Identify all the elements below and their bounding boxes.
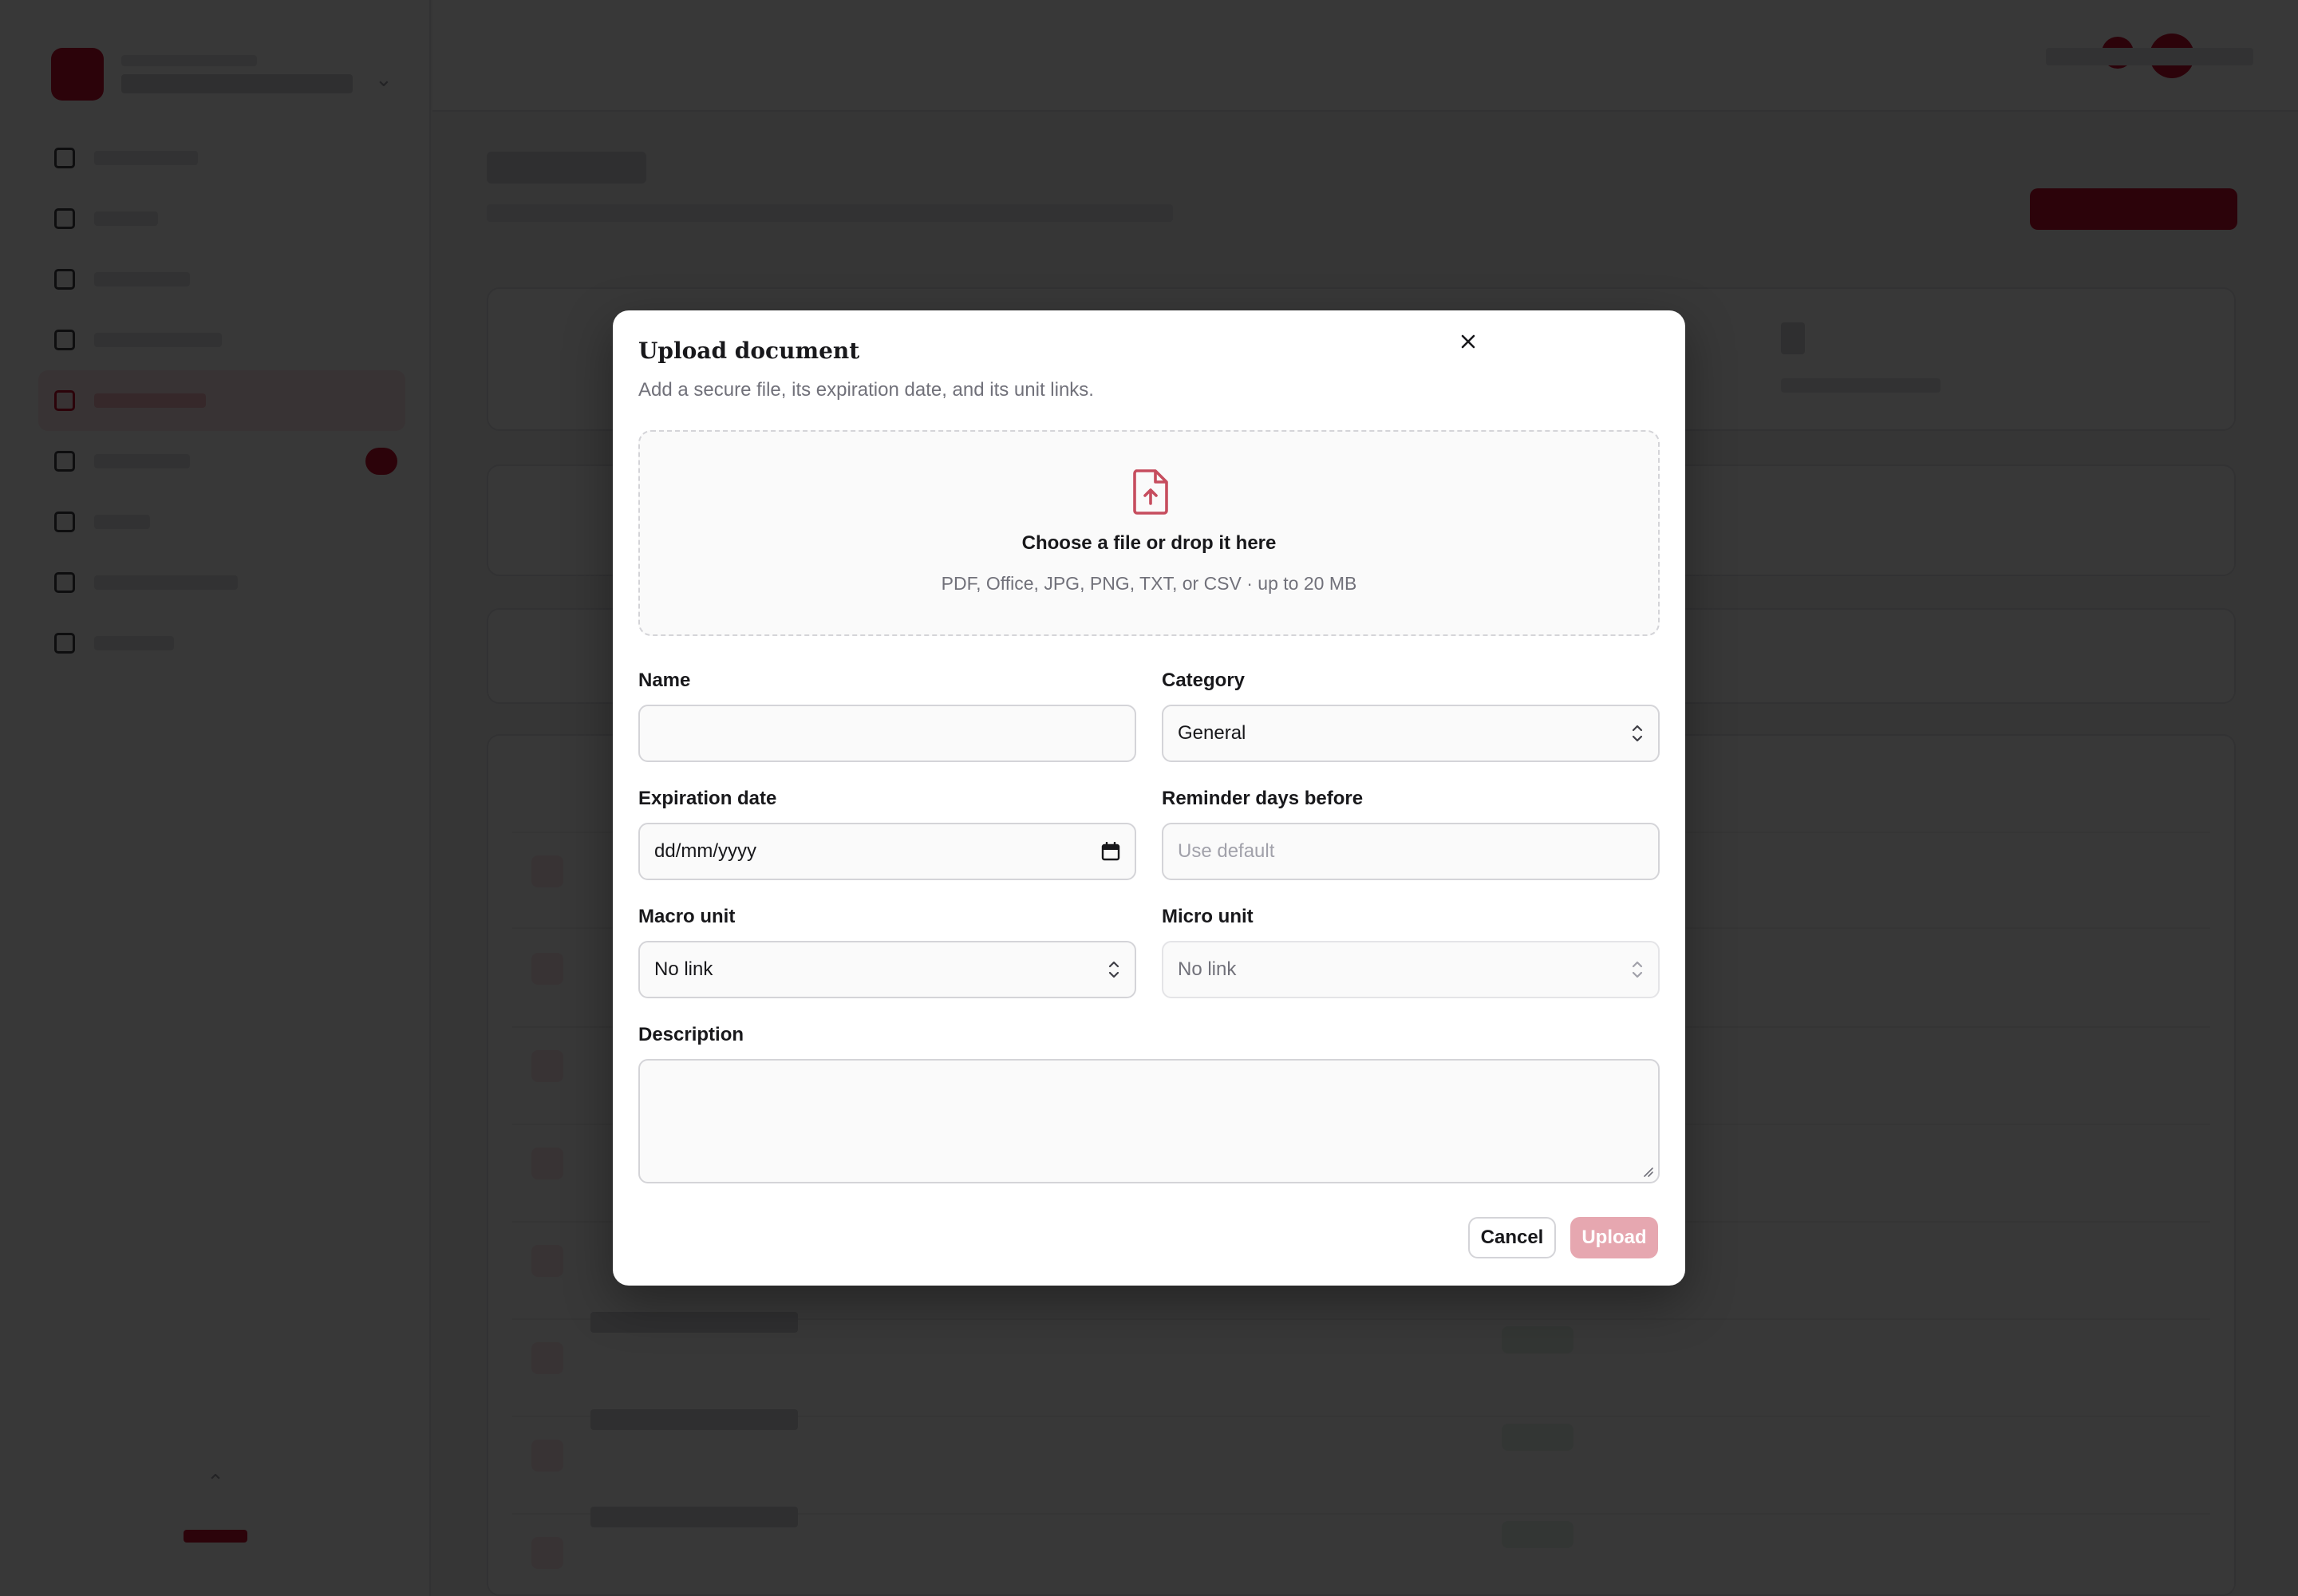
cancel-button[interactable]: Cancel [1468, 1217, 1556, 1258]
micro-unit-value: No link [1178, 958, 1237, 980]
expiration-date-input[interactable]: dd/mm/yyyy [638, 823, 1136, 880]
category-select[interactable]: General [1162, 705, 1660, 762]
calendar-icon[interactable] [1101, 842, 1120, 861]
dialog-description: Add a secure file, its expiration date, … [638, 379, 1094, 401]
dialog-title: Upload document [638, 338, 860, 364]
dropzone-hint: PDF, Office, JPG, PNG, TXT, or CSV · up … [941, 573, 1357, 594]
name-input[interactable] [654, 722, 1120, 745]
file-upload-icon [1133, 469, 1168, 515]
macro-unit-value: No link [654, 958, 713, 980]
reminder-days-field[interactable] [1162, 823, 1660, 880]
micro-unit-select[interactable]: No link [1162, 941, 1660, 998]
upload-button[interactable]: Upload [1570, 1217, 1658, 1258]
name-field[interactable] [638, 705, 1136, 762]
upload-document-dialog: Upload document Add a secure file, its e… [613, 310, 1685, 1286]
chevron-up-down-icon [1632, 725, 1643, 742]
reminder-days-input[interactable] [1178, 840, 1644, 863]
expiration-label: Expiration date [638, 788, 777, 809]
file-dropzone[interactable]: Choose a file or drop it here PDF, Offic… [638, 430, 1660, 636]
resize-handle-icon[interactable] [1641, 1164, 1653, 1177]
category-label: Category [1162, 670, 1246, 691]
description-textarea[interactable] [638, 1059, 1660, 1183]
close-button[interactable] [1452, 326, 1484, 358]
description-label: Description [638, 1024, 744, 1045]
macro-unit-label: Macro unit [638, 906, 736, 927]
category-value: General [1178, 722, 1246, 744]
chevron-up-down-icon [1632, 961, 1643, 978]
expiration-value: dd/mm/yyyy [654, 840, 757, 862]
dropzone-title: Choose a file or drop it here [1021, 532, 1277, 554]
micro-unit-label: Micro unit [1162, 906, 1254, 927]
close-icon [1461, 334, 1475, 349]
name-label: Name [638, 670, 691, 691]
reminder-label: Reminder days before [1162, 788, 1364, 809]
macro-unit-select[interactable]: No link [638, 941, 1136, 998]
chevron-up-down-icon [1108, 961, 1119, 978]
